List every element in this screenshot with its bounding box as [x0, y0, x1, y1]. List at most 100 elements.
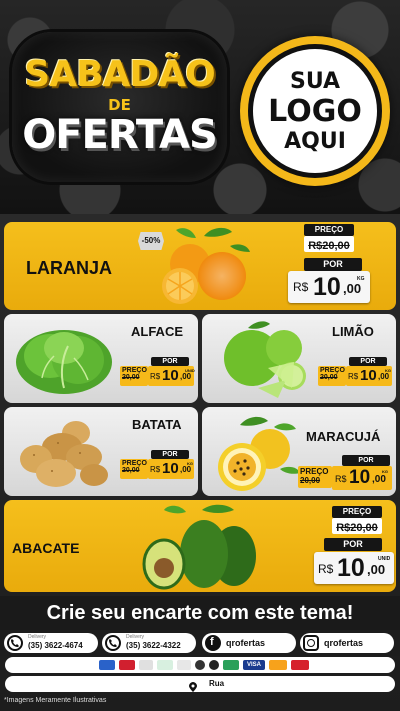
product-card-abacate: ABACATE PREÇO R$20,00 POR R$ 10 ,00 UNID	[4, 500, 396, 592]
card-icon	[209, 660, 219, 670]
product-name: BATATA	[132, 417, 182, 432]
location-pin-icon	[189, 679, 197, 697]
phone-number: (35) 3622-4674	[28, 641, 83, 650]
old-price: 20,00	[320, 374, 338, 381]
payment-methods-bar: VISA	[5, 657, 395, 673]
phone-number: (35) 3622-4322	[126, 641, 181, 650]
potato-image	[20, 421, 108, 487]
price-int: 10	[349, 467, 371, 488]
old-price-box: R$20,00	[304, 236, 354, 252]
phone-icon	[7, 635, 23, 651]
discount-badge: -50%	[138, 232, 164, 250]
price-int: 10	[337, 554, 365, 582]
avocado-image	[142, 504, 256, 590]
address-bar[interactable]: Rua	[5, 676, 395, 692]
header-banner: SABADÃO DE OFERTAS SUA LOGO AQUI	[0, 0, 400, 214]
preco-label: PREÇO 20,00	[298, 466, 332, 488]
new-price-box: R$ 10 ,00 KG	[148, 459, 194, 479]
logo-text-2: LOGO	[268, 94, 362, 129]
product-name: ABACATE	[12, 540, 80, 556]
por-label: POR	[349, 357, 387, 366]
product-name: ALFACE	[131, 324, 183, 339]
preco-label: PREÇO	[332, 506, 382, 518]
preco-label-text: PREÇO	[122, 367, 147, 374]
phone-label: Delivery	[28, 634, 47, 640]
phone-pill-1[interactable]: Delivery (35) 3622-4674	[4, 633, 98, 653]
price-int: 10	[162, 367, 179, 384]
price-int: 10	[313, 273, 341, 301]
price-cents: ,00	[180, 372, 192, 381]
visa-icon: VISA	[243, 660, 265, 670]
boleto-icon	[157, 660, 173, 670]
product-card-batata: BATATA POR PREÇO 20,00 R$ 10 ,00 KG	[4, 407, 198, 496]
preco-label-text: PREÇO	[122, 460, 147, 467]
pix-icon	[139, 660, 153, 670]
product-card-maracuja: MARACUJÁ POR PREÇO 20,00 R$ 10 ,00 KG	[202, 407, 396, 496]
title-ofertas: OFERTAS	[22, 112, 218, 158]
preco-label: PREÇO 20,00	[120, 366, 148, 386]
por-label: POR	[151, 450, 189, 459]
mastercard-icon	[269, 660, 287, 670]
facebook-handle: qrofertas	[226, 638, 266, 648]
currency: R$	[293, 280, 309, 294]
logo-placeholder: SUA LOGO AQUI	[240, 36, 390, 186]
orange-image	[162, 227, 250, 304]
flyer-page: SABADÃO DE OFERTAS SUA LOGO AQUI LARANJA	[0, 0, 400, 711]
lettuce-image	[16, 330, 112, 394]
price-cents: ,00	[180, 465, 192, 474]
cta-banner[interactable]: Crie seu encarte com este tema!	[0, 596, 400, 630]
currency: R$	[150, 372, 161, 381]
currency: R$	[318, 562, 334, 576]
contacts-bar: Delivery (35) 3622-4674 Delivery (35) 36…	[0, 630, 400, 656]
lime-image	[224, 321, 306, 398]
price-cents: ,00	[378, 372, 390, 381]
instagram-pill[interactable]: qrofertas	[300, 633, 394, 653]
old-price: R$20,00	[308, 240, 350, 252]
new-price-box: R$ 10 ,00 KG	[332, 466, 392, 490]
card-icon	[223, 660, 239, 670]
hipercard-icon	[291, 660, 309, 670]
title-sabadao: SABADÃO	[24, 54, 215, 95]
price-unit: KG	[382, 469, 388, 474]
product-name: LARANJA	[26, 258, 113, 278]
price-unit: KG	[385, 368, 391, 373]
product-name: LIMÃO	[332, 324, 374, 339]
currency: R$	[335, 474, 347, 484]
product-card-limao: LIMÃO POR PREÇO 20,00 R$ 10 ,00 KG	[202, 314, 396, 403]
logo-text-3: AQUI	[284, 129, 346, 154]
phone-pill-2[interactable]: Delivery (35) 3622-4322	[102, 633, 196, 653]
logo-inner: SUA LOGO AQUI	[248, 44, 382, 178]
card-icon	[99, 660, 115, 670]
preco-label: PREÇO 20,00	[318, 366, 346, 386]
facebook-pill[interactable]: f qrofertas	[202, 633, 296, 653]
old-price: 20,00	[300, 476, 321, 485]
price-cents: ,00	[372, 474, 386, 485]
por-label: POR	[324, 538, 382, 551]
old-price-box: R$20,00	[332, 518, 382, 534]
phone-icon	[105, 635, 121, 651]
por-label: POR	[151, 357, 189, 366]
preco-label: PREÇO	[304, 224, 354, 236]
por-label: POR	[342, 455, 390, 466]
por-label: POR	[304, 258, 362, 271]
product-card-alface: ALFACE POR PREÇO 20,00 R$ 10 ,00 UNID	[4, 314, 198, 403]
currency: R$	[150, 465, 161, 474]
instagram-icon	[303, 635, 319, 651]
product-name: MARACUJÁ	[306, 429, 381, 444]
passion-fruit-image	[218, 416, 300, 491]
new-price-box: R$ 10 ,00 KG	[346, 366, 392, 386]
new-price-box: R$ 10 ,00 KG	[288, 271, 370, 303]
price-cents: ,00	[367, 562, 386, 577]
title-shield: SABADÃO DE OFERTAS	[12, 32, 227, 182]
price-unit: KG	[187, 461, 193, 466]
disclaimer: *Imagens Meramente Ilustrativas	[4, 697, 107, 704]
logo-text-1: SUA	[289, 69, 341, 94]
facebook-icon: f	[205, 635, 221, 651]
instagram-handle: qrofertas	[324, 638, 364, 648]
card-icon	[119, 660, 135, 670]
price-int: 10	[162, 460, 179, 477]
card-icon	[177, 660, 191, 670]
price-cents: ,00	[343, 281, 362, 296]
old-price: R$20,00	[336, 522, 378, 534]
price-unit: UNID	[378, 556, 391, 562]
